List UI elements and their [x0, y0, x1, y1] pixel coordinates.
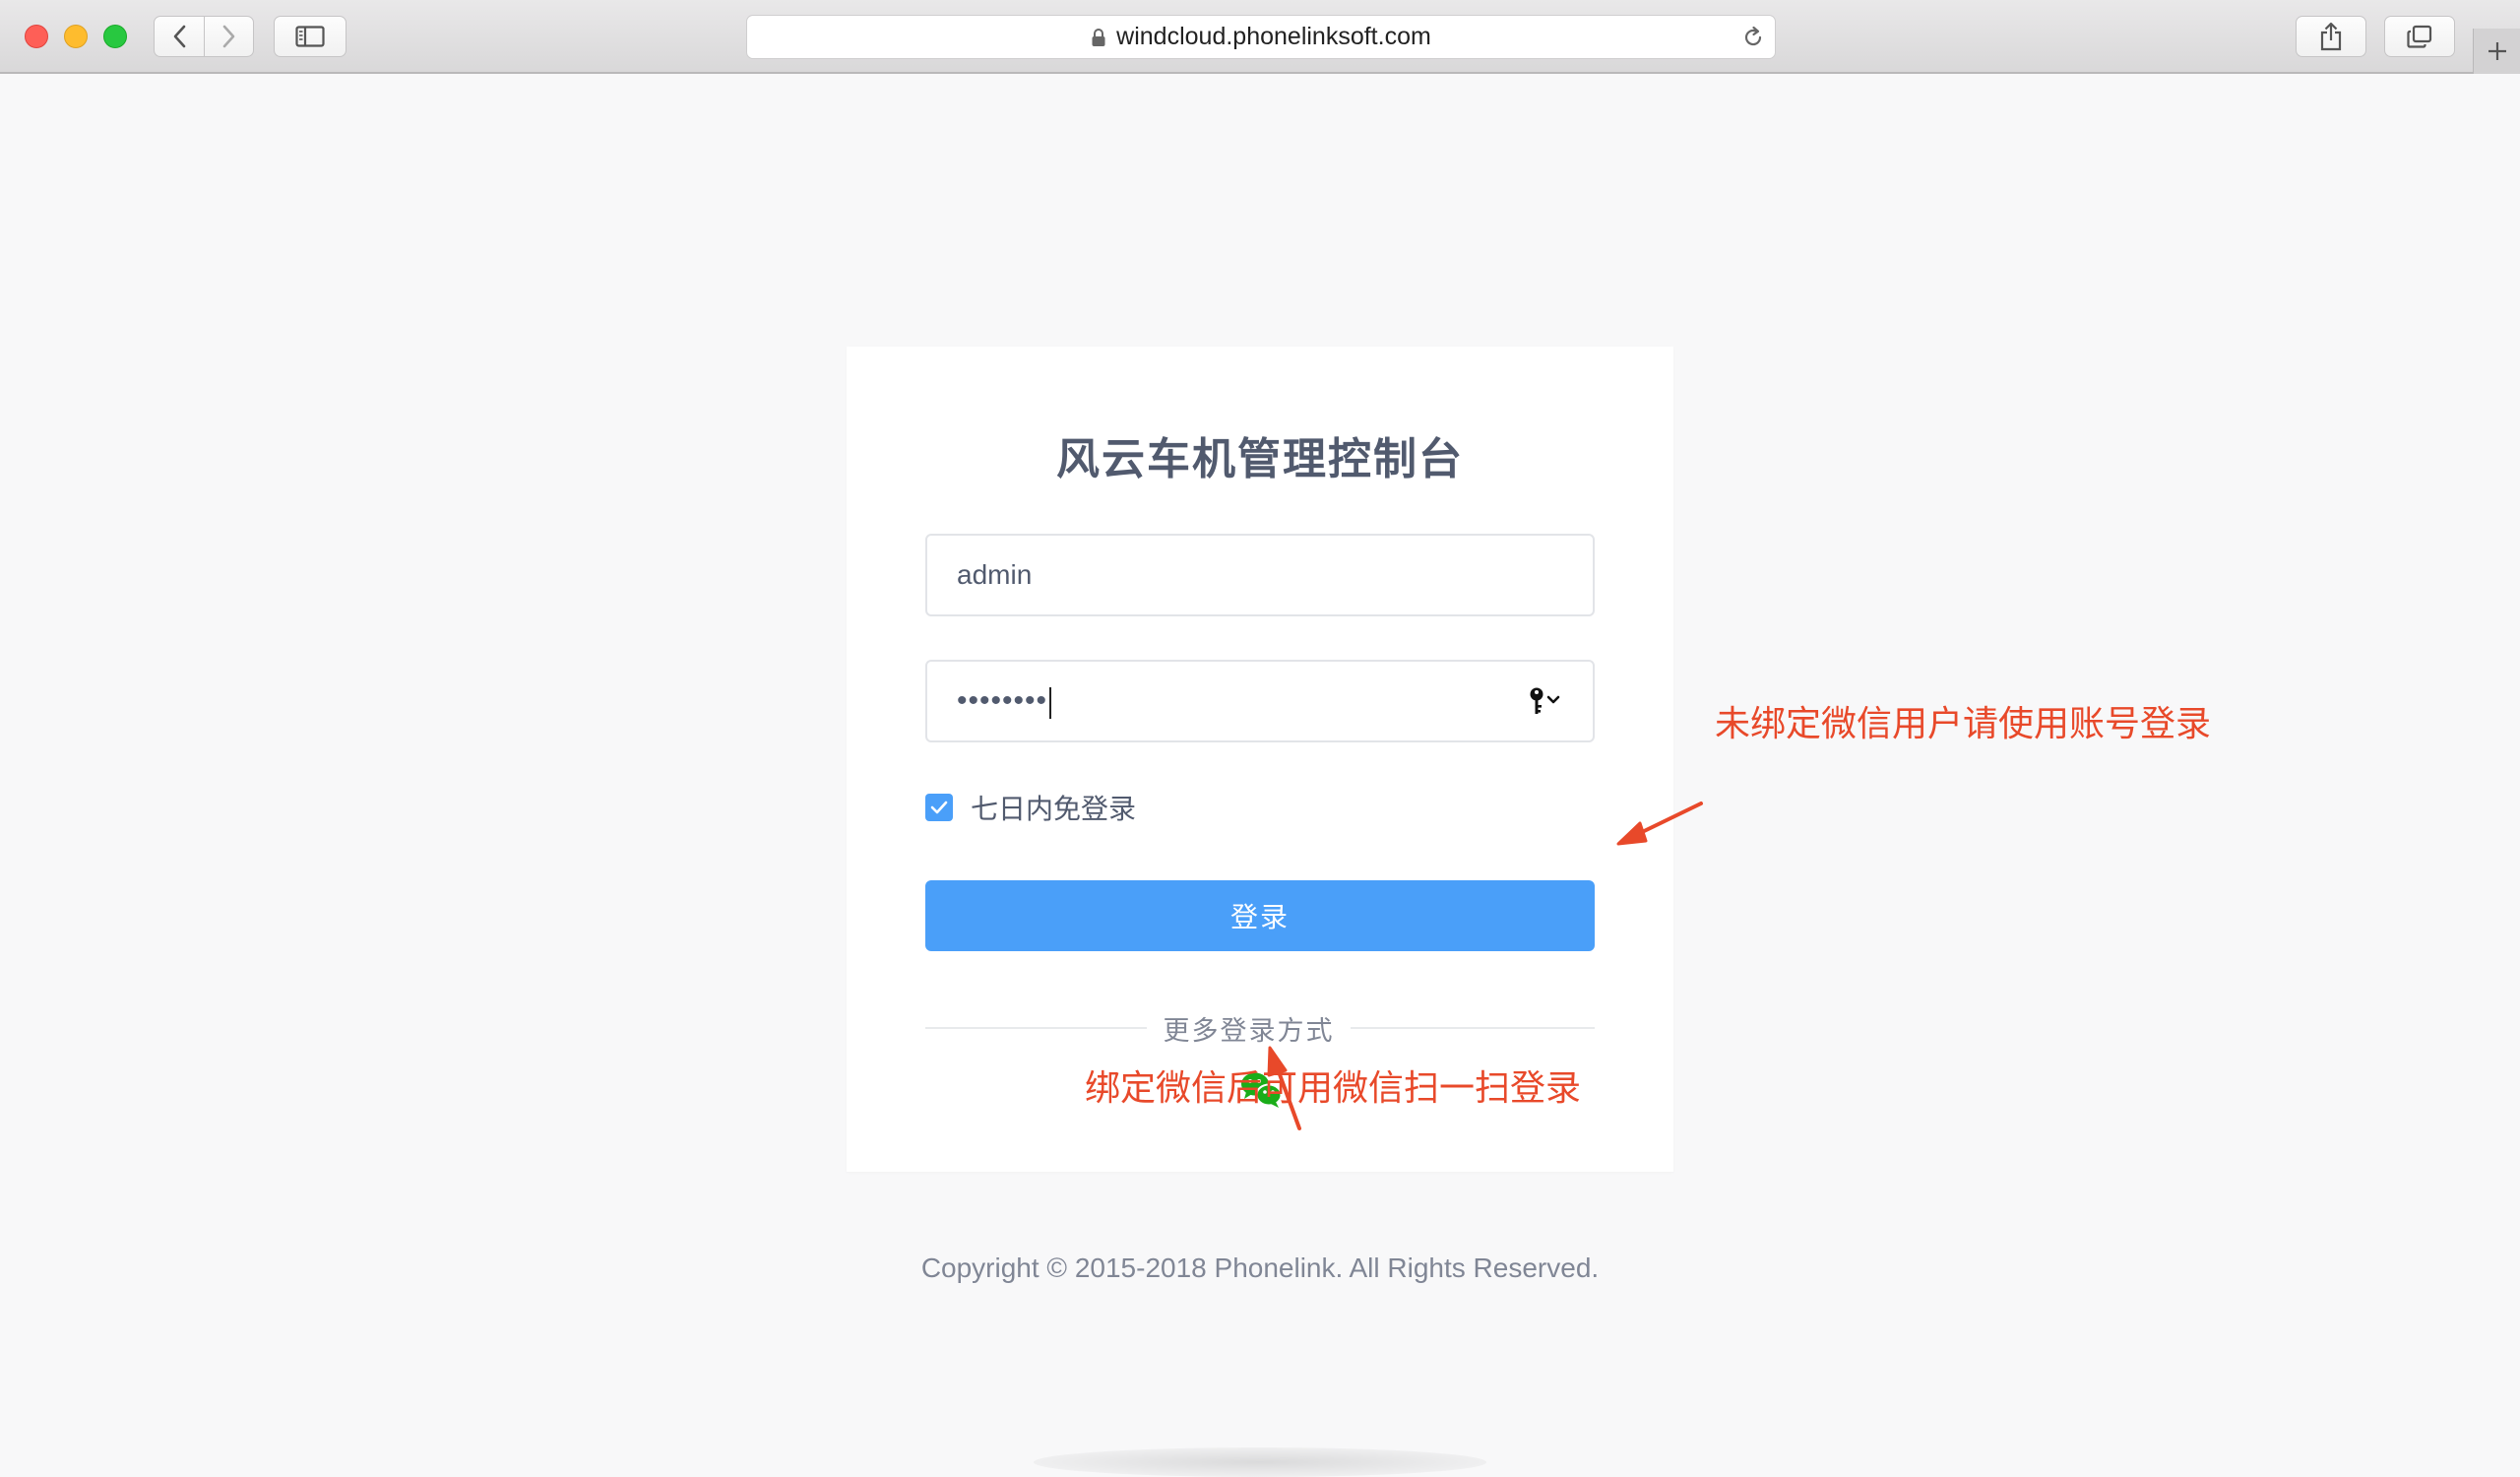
- navigation-buttons: [154, 16, 254, 57]
- show-tabs-button[interactable]: [2384, 16, 2455, 57]
- forward-button[interactable]: [204, 17, 253, 56]
- chevron-right-icon: [222, 25, 234, 48]
- chevron-left-icon: [173, 25, 186, 48]
- password-mask: ••••••••: [957, 684, 1048, 717]
- annotation-account-login: 未绑定微信用户请使用账号登录: [1715, 703, 2212, 743]
- password-autofill-button[interactable]: [1528, 685, 1563, 724]
- share-button[interactable]: [2296, 16, 2366, 57]
- key-icon: [1530, 687, 1560, 714]
- page-viewport: 风云车机管理控制台 admin •••••••• 七日内免登录 登录 更多登录方…: [0, 75, 2520, 1473]
- page-title: 风云车机管理控制台: [1056, 435, 1464, 483]
- divider-right: [1351, 1027, 1595, 1029]
- checkmark-icon: [930, 801, 948, 814]
- annotation-wechat-login: 绑定微信后可用微信扫一扫登录: [1085, 1067, 1582, 1108]
- close-window-button[interactable]: [25, 25, 48, 48]
- share-icon: [2320, 22, 2342, 51]
- username-input[interactable]: admin: [925, 534, 1595, 616]
- copyright-text: Copyright © 2015-2018 Phonelink. All Rig…: [920, 1252, 1600, 1283]
- username-value: admin: [957, 559, 1033, 590]
- password-input[interactable]: ••••••••: [925, 660, 1595, 742]
- fullscreen-window-button[interactable]: [103, 25, 127, 48]
- lock-icon: [1092, 28, 1105, 46]
- reload-icon: [1744, 26, 1762, 46]
- address-bar-url: windcloud.phonelinksoft.com: [747, 16, 1775, 58]
- more-login-methods-label: 更多登录方式: [1163, 1016, 1335, 1046]
- sidebar-toggle-button[interactable]: [274, 16, 346, 57]
- new-tab-button[interactable]: [2473, 29, 2520, 74]
- url-text: windcloud.phonelinksoft.com: [1116, 23, 1431, 50]
- text-caret: [1049, 686, 1052, 719]
- tabs-overview-icon: [2407, 25, 2432, 48]
- address-bar[interactable]: windcloud.phonelinksoft.com: [746, 15, 1776, 59]
- remember-me-option[interactable]: 七日内免登录: [925, 788, 1136, 827]
- reload-button[interactable]: [1741, 26, 1765, 54]
- password-value: ••••••••: [957, 662, 1052, 740]
- divider-left: [925, 1027, 1147, 1029]
- plus-icon: [2488, 42, 2506, 60]
- sidebar-icon: [295, 26, 325, 47]
- back-button[interactable]: [155, 17, 204, 56]
- remember-me-checkbox[interactable]: [925, 794, 953, 821]
- login-button[interactable]: 登录: [925, 880, 1595, 951]
- browser-toolbar: windcloud.phonelinksoft.com: [0, 0, 2520, 74]
- minimize-window-button[interactable]: [64, 25, 88, 48]
- remember-me-label: 七日内免登录: [971, 794, 1137, 824]
- login-card: 风云车机管理控制台 admin •••••••• 七日内免登录 登录 更多登录方…: [847, 347, 1673, 1172]
